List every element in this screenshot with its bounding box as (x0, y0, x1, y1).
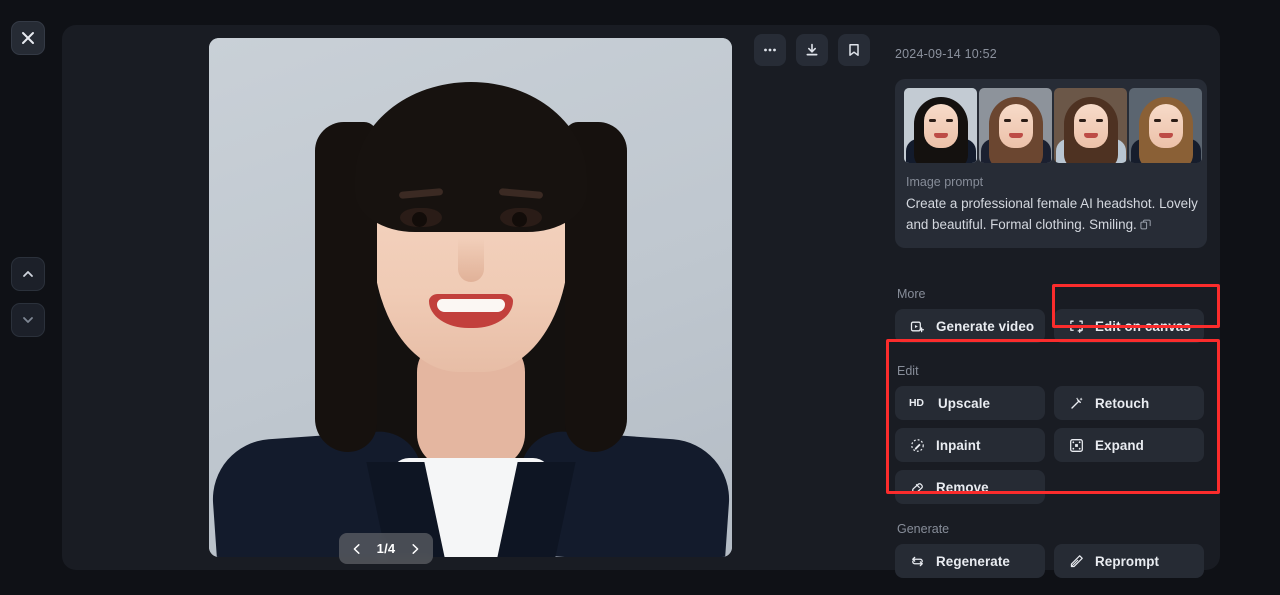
retouch-label: Retouch (1095, 395, 1150, 411)
magic-wand-icon (1068, 395, 1084, 411)
thumbnail-item[interactable] (1054, 88, 1127, 163)
refresh-icon (909, 553, 925, 569)
chevron-right-icon (412, 543, 419, 554)
reprompt-label: Reprompt (1095, 553, 1160, 569)
prompt-card: Image prompt Create a professional femal… (895, 79, 1207, 248)
inpaint-button[interactable]: Inpaint (895, 428, 1045, 462)
prompt-text: Create a professional female AI headshot… (906, 193, 1202, 236)
image-detail-screen: 1/4 2024-09-14 10:52 Image prompt Create… (0, 0, 1280, 595)
expand-button[interactable]: Expand (1054, 428, 1204, 462)
video-add-icon (909, 318, 925, 334)
more-options-button[interactable] (754, 34, 786, 66)
regenerate-label: Regenerate (936, 553, 1010, 569)
download-button[interactable] (796, 34, 828, 66)
eraser-icon (909, 479, 925, 495)
retouch-button[interactable]: Retouch (1054, 386, 1204, 420)
pencil-icon (1068, 553, 1084, 569)
bookmark-icon (849, 44, 859, 56)
hd-icon: HD (909, 397, 924, 409)
generate-button-grid: Regenerate Reprompt (895, 544, 1204, 578)
prompt-label: Image prompt (906, 175, 984, 189)
generate-section-label: Generate (897, 522, 950, 536)
inpaint-icon (909, 437, 925, 453)
expand-label: Expand (1095, 437, 1144, 453)
generate-video-label: Generate video (936, 318, 1035, 334)
generate-section: Generate Regenerate Reprompt (895, 522, 1204, 578)
nav-prev-button[interactable] (11, 257, 45, 291)
image-pager: 1/4 (339, 533, 433, 564)
edit-section: Edit HD Upscale Retouch Inpaint Expand R… (895, 364, 1204, 504)
more-section-label: More (897, 287, 926, 301)
reprompt-button[interactable]: Reprompt (1054, 544, 1204, 578)
more-section: More Generate video Edit on canvas (895, 287, 1204, 343)
viewer-toolbar (754, 34, 870, 66)
chevron-up-icon (23, 271, 33, 277)
generate-video-button[interactable]: Generate video (895, 309, 1045, 343)
edit-on-canvas-label: Edit on canvas (1095, 318, 1191, 334)
prompt-text-value: Create a professional female AI headshot… (906, 196, 1198, 232)
pager-prev-button[interactable] (345, 536, 369, 562)
chevron-left-icon (353, 543, 360, 554)
inpaint-label: Inpaint (936, 437, 981, 453)
detail-sidebar: 2024-09-14 10:52 Image prompt Create a p… (872, 25, 1220, 578)
thumbnail-item[interactable] (979, 88, 1052, 163)
upscale-label: Upscale (938, 395, 991, 411)
ellipsis-icon (764, 48, 776, 52)
more-button-grid: Generate video Edit on canvas (895, 309, 1204, 343)
image-viewer: 1/4 (62, 25, 872, 570)
timestamp: 2024-09-14 10:52 (895, 47, 997, 61)
remove-button[interactable]: Remove (895, 470, 1045, 504)
pager-next-button[interactable] (403, 536, 427, 562)
hero-image[interactable] (209, 38, 732, 557)
thumbnail-item[interactable] (1129, 88, 1202, 163)
canvas-crop-icon (1068, 318, 1084, 334)
download-icon (806, 43, 818, 56)
close-button[interactable] (11, 21, 45, 55)
edit-on-canvas-button[interactable]: Edit on canvas (1054, 309, 1204, 343)
detail-panel: 1/4 2024-09-14 10:52 Image prompt Create… (62, 25, 1220, 578)
edit-button-grid: HD Upscale Retouch Inpaint Expand Remove (895, 386, 1204, 504)
copy-icon[interactable] (1140, 215, 1151, 236)
bookmark-button[interactable] (838, 34, 870, 66)
portrait-graphic (209, 38, 732, 557)
close-icon (22, 32, 34, 44)
thumbnail-strip (904, 88, 1202, 163)
remove-label: Remove (936, 479, 989, 495)
upscale-button[interactable]: HD Upscale (895, 386, 1045, 420)
nav-next-button[interactable] (11, 303, 45, 337)
pager-label: 1/4 (376, 541, 396, 556)
regenerate-button[interactable]: Regenerate (895, 544, 1045, 578)
edit-section-label: Edit (897, 364, 919, 378)
expand-icon (1068, 437, 1084, 453)
thumbnail-item[interactable] (904, 88, 977, 163)
chevron-down-icon (23, 317, 33, 323)
